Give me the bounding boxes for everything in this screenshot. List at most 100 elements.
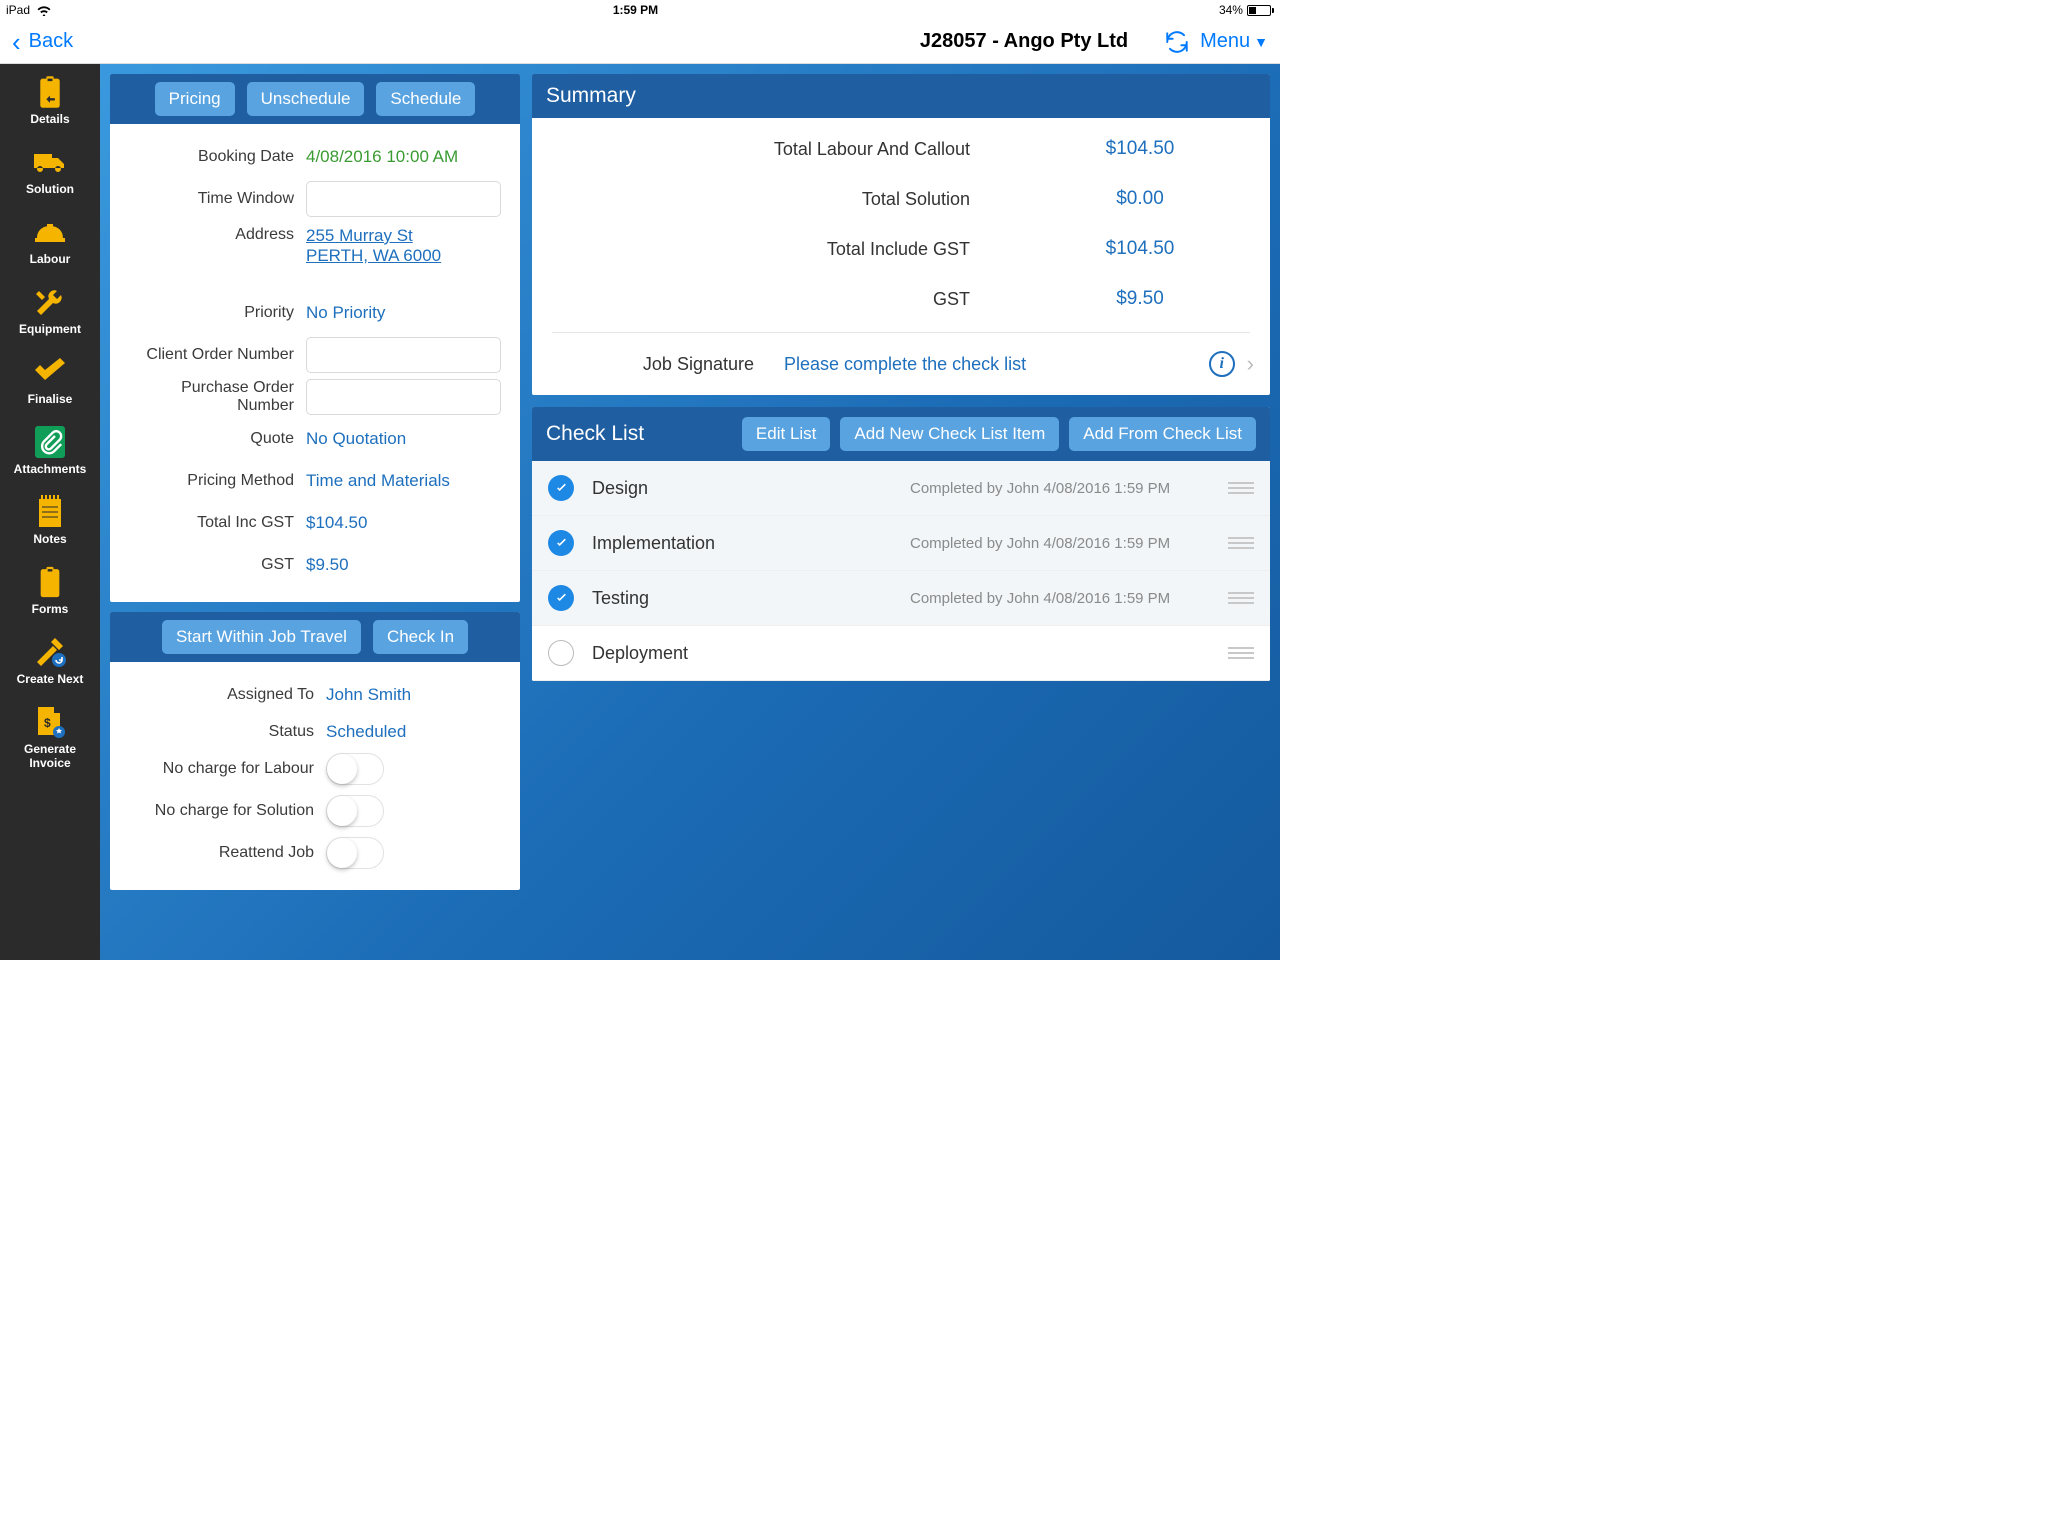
sidebar-item-label: Finalise: [4, 392, 96, 406]
check-icon: [4, 354, 96, 390]
status-bar: iPad 1:59 PM 34%: [0, 0, 1280, 20]
assigned-to-value[interactable]: John Smith: [326, 685, 506, 705]
checklist-item[interactable]: Testing Completed by John 4/08/2016 1:59 …: [532, 571, 1270, 626]
signature-link[interactable]: Please complete the check list: [784, 354, 1197, 375]
booking-date-value[interactable]: 4/08/2016 10:00 AM: [306, 147, 506, 167]
status-label: Status: [124, 723, 314, 741]
sidebar: Details Solution Labour Equipment Finali…: [0, 64, 100, 960]
signature-label: Job Signature: [542, 354, 772, 375]
gst-value: $9.50: [306, 555, 506, 575]
content-area: Pricing Unschedule Schedule Booking Date…: [100, 64, 1280, 960]
checklist-item[interactable]: Deployment: [532, 626, 1270, 681]
checklist-header: Check List Edit List Add New Check List …: [532, 407, 1270, 461]
quote-value[interactable]: No Quotation: [306, 429, 506, 449]
sidebar-item-label: Solution: [4, 182, 96, 196]
no-charge-labour-label: No charge for Labour: [124, 760, 314, 778]
add-from-list-button[interactable]: Add From Check List: [1069, 417, 1256, 451]
no-charge-solution-toggle[interactable]: [326, 795, 384, 827]
checklist-checkbox[interactable]: [548, 585, 574, 611]
status-value: Scheduled: [326, 722, 506, 742]
sidebar-item-labour[interactable]: Labour: [0, 204, 100, 274]
checklist-title: Check List: [546, 422, 644, 446]
client-order-input[interactable]: [306, 337, 501, 373]
priority-value[interactable]: No Priority: [306, 303, 506, 323]
checklist-item-meta: Completed by John 4/08/2016 1:59 PM: [910, 590, 1210, 607]
assigned-to-label: Assigned To: [124, 686, 314, 704]
pricing-button[interactable]: Pricing: [155, 82, 235, 116]
summary-row: Total Labour And Callout $104.50: [532, 124, 1270, 174]
summary-panel: Summary Total Labour And Callout $104.50…: [532, 74, 1270, 395]
time-window-input[interactable]: [306, 181, 501, 217]
sidebar-item-create-next[interactable]: Create Next: [0, 624, 100, 694]
checklist-item-title: Testing: [592, 588, 892, 609]
pricing-method-value[interactable]: Time and Materials: [306, 471, 506, 491]
address-line2[interactable]: PERTH, WA 6000: [306, 246, 506, 266]
no-charge-solution-label: No charge for Solution: [124, 802, 314, 820]
unschedule-button[interactable]: Unschedule: [247, 82, 365, 116]
checklist-item-meta: Completed by John 4/08/2016 1:59 PM: [910, 535, 1210, 552]
sidebar-item-forms[interactable]: Forms: [0, 554, 100, 624]
summary-row: Total Solution $0.00: [532, 174, 1270, 224]
device-label: iPad: [6, 3, 30, 17]
status-time: 1:59 PM: [613, 3, 658, 17]
checklist-item[interactable]: ImplementationCompleted by John 4/08/201…: [532, 516, 1270, 571]
checklist-checkbox[interactable]: [548, 475, 574, 501]
no-charge-labour-toggle[interactable]: [326, 753, 384, 785]
summary-header: Summary: [532, 74, 1270, 118]
menu-button[interactable]: Menu ▼: [1200, 30, 1268, 53]
wifi-icon: [36, 4, 52, 16]
sidebar-item-solution[interactable]: Solution: [0, 134, 100, 204]
checklist-checkbox[interactable]: [548, 530, 574, 556]
page-title: J28057 - Ango Pty Ltd: [920, 30, 1128, 53]
reattend-toggle[interactable]: [326, 837, 384, 869]
address-line1[interactable]: 255 Murray St: [306, 226, 506, 246]
checklist-item[interactable]: DesignCompleted by John 4/08/2016 1:59 P…: [532, 461, 1270, 516]
start-travel-button[interactable]: Start Within Job Travel: [162, 620, 361, 654]
sidebar-item-attachments[interactable]: Attachments: [0, 414, 100, 484]
sidebar-item-label: Create Next: [4, 672, 96, 686]
signature-row[interactable]: Job Signature Please complete the check …: [532, 333, 1270, 395]
sidebar-item-equipment[interactable]: Equipment: [0, 274, 100, 344]
sidebar-item-label: Generate Invoice: [4, 742, 96, 770]
back-label: Back: [29, 30, 73, 53]
sidebar-item-label: Forms: [4, 602, 96, 616]
drag-handle-icon[interactable]: [1228, 479, 1254, 497]
refresh-button[interactable]: [1164, 29, 1190, 55]
checklist-panel: Check List Edit List Add New Check List …: [532, 407, 1270, 681]
tools-icon: [4, 284, 96, 320]
summary-row-value: $9.50: [1030, 288, 1250, 310]
sidebar-item-details[interactable]: Details: [0, 64, 100, 134]
priority-label: Priority: [124, 304, 294, 322]
clipboard-icon: [4, 564, 96, 600]
drag-handle-icon[interactable]: [1228, 589, 1254, 607]
add-new-item-button[interactable]: Add New Check List Item: [840, 417, 1059, 451]
sidebar-item-generate-invoice[interactable]: $ Generate Invoice: [0, 694, 100, 778]
battery-percent: 34%: [1219, 3, 1243, 17]
info-icon[interactable]: i: [1209, 351, 1235, 377]
sidebar-item-notes[interactable]: Notes: [0, 484, 100, 554]
clipboard-arrow-icon: [4, 74, 96, 110]
summary-title: Summary: [546, 84, 636, 108]
summary-row-label: Total Solution: [542, 189, 1030, 210]
sidebar-item-finalise[interactable]: Finalise: [0, 344, 100, 414]
summary-row: Total Include GST $104.50: [532, 224, 1270, 274]
check-in-button[interactable]: Check In: [373, 620, 468, 654]
invoice-gear-icon: $: [4, 704, 96, 740]
purchase-order-input[interactable]: [306, 379, 501, 415]
sidebar-item-label: Notes: [4, 532, 96, 546]
details-header: Pricing Unschedule Schedule: [110, 74, 520, 124]
edit-list-button[interactable]: Edit List: [742, 417, 830, 451]
summary-row-label: GST: [542, 289, 1030, 310]
back-button[interactable]: ‹ Back: [12, 29, 73, 55]
schedule-button[interactable]: Schedule: [376, 82, 475, 116]
nav-bar: ‹ Back J28057 - Ango Pty Ltd Menu ▼: [0, 20, 1280, 64]
drag-handle-icon[interactable]: [1228, 534, 1254, 552]
sidebar-item-label: Equipment: [4, 322, 96, 336]
total-inc-gst-label: Total Inc GST: [124, 514, 294, 532]
summary-row-value: $0.00: [1030, 188, 1250, 210]
purchase-order-label: Purchase Order Number: [124, 379, 294, 415]
drag-handle-icon[interactable]: [1228, 644, 1254, 662]
assignment-panel: Start Within Job Travel Check In Assigne…: [110, 612, 520, 890]
checklist-checkbox[interactable]: [548, 640, 574, 666]
gst-label: GST: [124, 556, 294, 574]
